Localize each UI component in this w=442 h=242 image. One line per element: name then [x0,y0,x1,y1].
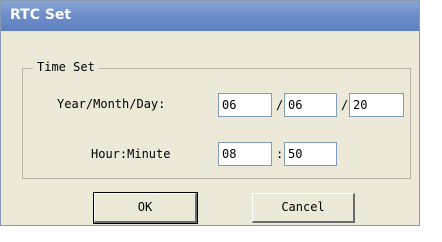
day-input[interactable]: 20 [349,93,404,117]
hour-input[interactable]: 08 [218,142,272,166]
time-separator: : [276,147,284,161]
date-separator-1: / [276,98,284,112]
year-input[interactable]: 06 [218,93,272,117]
groupbox-legend: Time Set [33,60,99,74]
date-label: Year/Month/Day: [57,97,166,111]
ok-button[interactable]: OK [93,192,198,224]
cancel-button[interactable]: Cancel [252,193,355,223]
month-input[interactable]: 06 [284,93,337,117]
date-separator-2: / [341,98,349,112]
window-title: RTC Set [10,7,72,23]
title-bar[interactable]: RTC Set [1,1,419,31]
time-set-groupbox [22,68,411,179]
rtc-set-dialog: RTC Set Time Set Year/Month/Day: 06 / 06… [0,0,420,226]
title-spacer [1,31,419,39]
time-label: Hour:Minute [91,147,171,161]
minute-input[interactable]: 50 [284,142,337,166]
